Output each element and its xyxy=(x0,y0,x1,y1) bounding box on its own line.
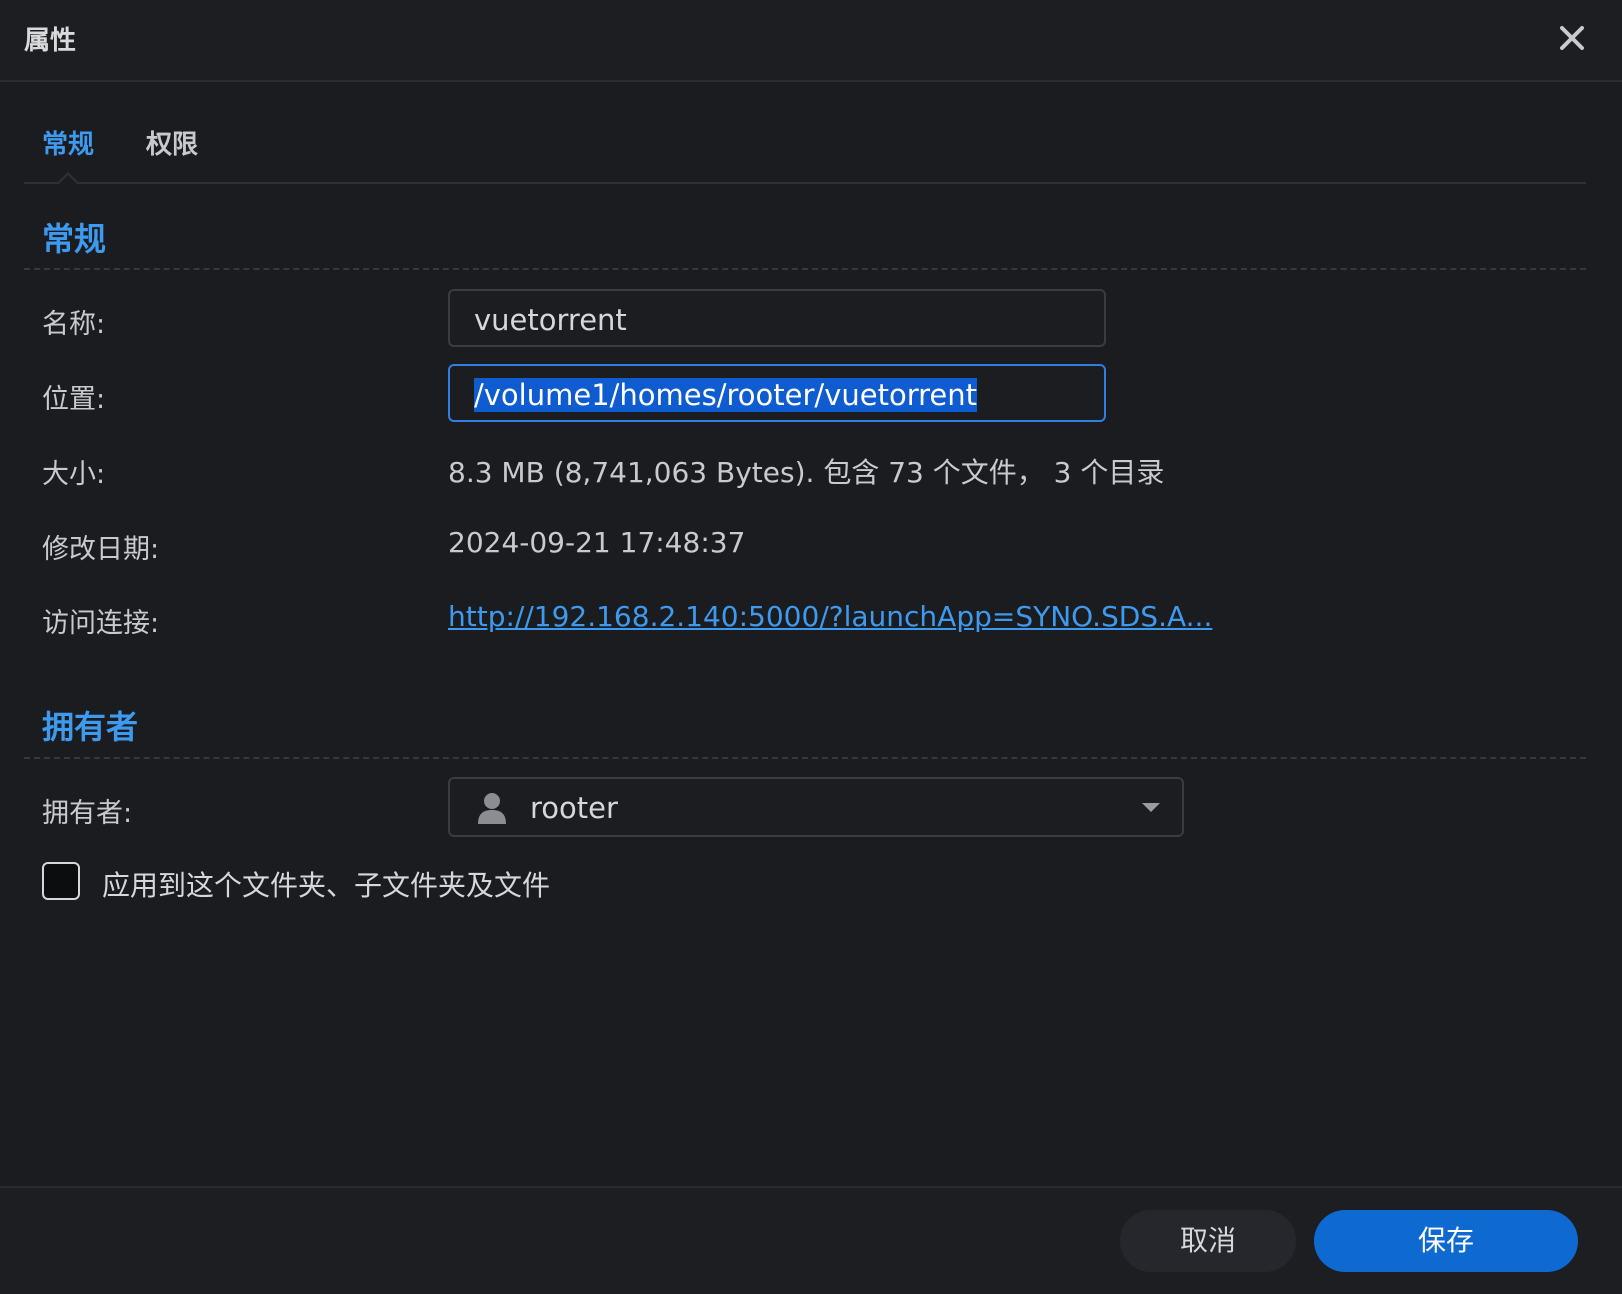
size-label: 大小: xyxy=(42,459,106,490)
active-tab-indicator xyxy=(56,172,80,185)
apply-recursive-checkbox[interactable] xyxy=(42,862,80,900)
close-button[interactable] xyxy=(1552,18,1592,58)
cancel-button[interactable]: 取消 xyxy=(1120,1210,1296,1272)
tab-bar: 常规 权限 xyxy=(24,82,1586,185)
apply-recursive-label: 应用到这个文件夹、子文件夹及文件 xyxy=(102,869,551,902)
properties-dialog: 属性 常规 权限 常规 名称: vuetorrent 位置: /volume1/… xyxy=(0,0,1622,1294)
tab-general[interactable]: 常规 xyxy=(42,124,94,161)
size-value: 8.3 MB (8,741,063 Bytes). 包含 73 个文件， 3 个… xyxy=(448,456,1165,489)
owner-label: 拥有者: xyxy=(42,798,133,829)
modified-date-value: 2024-09-21 17:48:37 xyxy=(448,526,746,559)
section-divider xyxy=(24,268,1586,270)
location-input[interactable]: /volume1/homes/rooter/vuetorrent xyxy=(448,364,1106,422)
access-link[interactable]: http://192.168.2.140:5000/?launchApp=SYN… xyxy=(448,600,1212,633)
name-label: 名称: xyxy=(42,309,106,340)
title-bar: 属性 xyxy=(0,0,1622,82)
section-title-owner: 拥有者 xyxy=(42,708,139,746)
access-link-label: 访问连接: xyxy=(42,608,160,639)
close-icon xyxy=(1560,26,1584,50)
location-input-value: /volume1/homes/rooter/vuetorrent xyxy=(474,378,977,412)
modified-date-label: 修改日期: xyxy=(42,534,160,565)
name-input[interactable]: vuetorrent xyxy=(448,289,1106,347)
dialog-title: 属性 xyxy=(24,26,77,56)
owner-select[interactable]: rooter xyxy=(448,777,1184,837)
section-title-general: 常规 xyxy=(42,220,107,258)
location-label: 位置: xyxy=(42,384,106,415)
owner-select-value: rooter xyxy=(530,791,618,825)
dialog-footer: 取消 保存 xyxy=(0,1186,1622,1294)
name-input-value: vuetorrent xyxy=(474,303,627,337)
tab-permissions[interactable]: 权限 xyxy=(146,124,198,161)
chevron-down-icon xyxy=(1142,803,1160,812)
user-icon xyxy=(476,791,508,829)
section-divider xyxy=(24,757,1586,759)
save-button[interactable]: 保存 xyxy=(1314,1210,1578,1272)
